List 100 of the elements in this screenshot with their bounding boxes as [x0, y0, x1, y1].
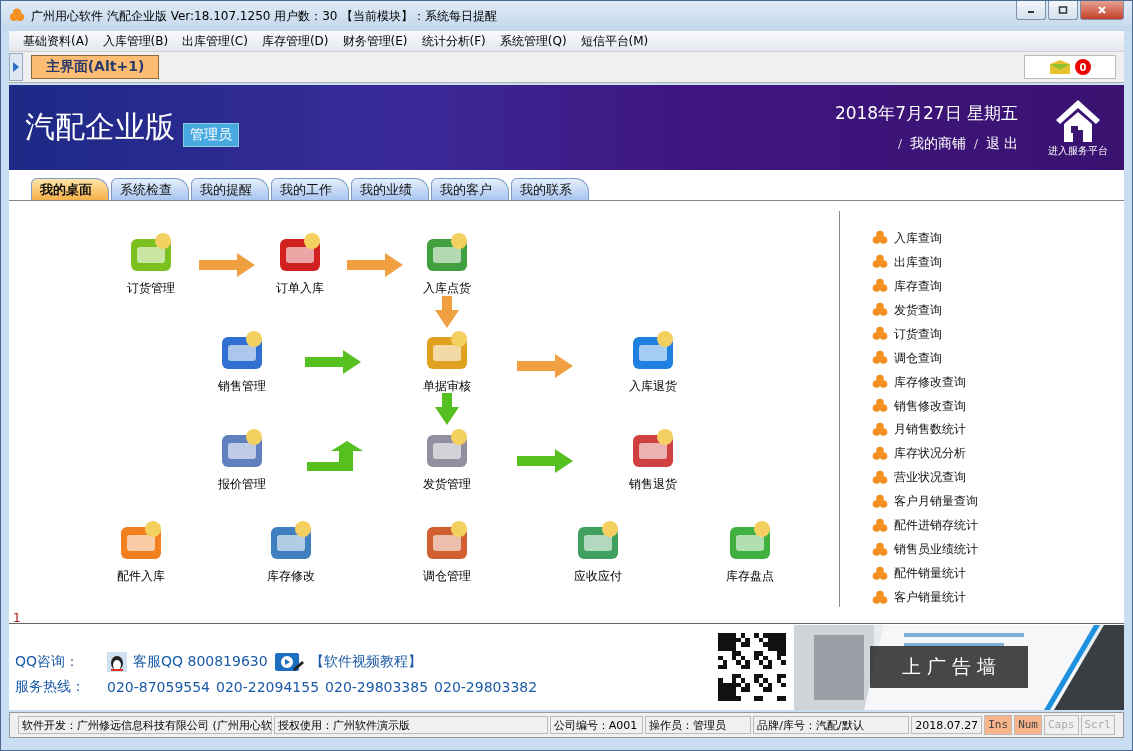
module-label[interactable]: 调仓管理	[423, 568, 471, 585]
status-cell: 品牌/库号：汽配/默认	[753, 716, 910, 734]
service-platform-button[interactable]: 进入服务平台	[1048, 97, 1108, 158]
menu-item[interactable]: 入库管理(B)	[102, 32, 169, 50]
quick-link[interactable]: 订货查询	[894, 325, 942, 343]
flow-arrow	[305, 350, 361, 374]
menu-item[interactable]: 统计分析(F)	[421, 32, 486, 50]
advertise-button[interactable]: 上 广 告 墙	[870, 645, 1028, 688]
clover-icon	[872, 469, 888, 486]
flow-arrow	[435, 296, 459, 328]
quick-link[interactable]: 入库查询	[894, 229, 942, 247]
module-label[interactable]: 入库退货	[629, 378, 677, 395]
clover-icon	[872, 230, 888, 247]
video-play-icon	[273, 652, 304, 672]
close-button[interactable]	[1080, 1, 1124, 20]
qq-label: QQ咨询：	[15, 653, 81, 671]
clover-icon	[872, 493, 888, 510]
tab[interactable]: 系统检查	[111, 178, 189, 200]
menu-item[interactable]: 基础资料(A)	[23, 32, 89, 50]
module-label[interactable]: 应收应付	[574, 568, 622, 585]
quick-link[interactable]: 出库查询	[894, 253, 942, 271]
message-count-badge: 0	[1075, 59, 1091, 75]
module-label[interactable]: 销售退货	[629, 476, 677, 493]
module-label[interactable]: 发货管理	[423, 476, 471, 493]
minimize-button[interactable]	[1016, 1, 1046, 20]
quick-link[interactable]: 营业状况查询	[894, 469, 966, 487]
flow-arrow	[517, 449, 573, 473]
flow-arrow	[199, 253, 255, 277]
menu-item[interactable]: 系统管理(Q)	[499, 32, 567, 50]
status-cell: 软件开发：广州修远信息科技有限公司 (广州用心软	[18, 716, 272, 734]
status-cell: 操作员：管理员	[644, 716, 752, 734]
quick-link[interactable]: 库存修改查询	[894, 373, 966, 391]
module-label[interactable]: 订单入库	[276, 280, 324, 297]
clover-icon	[872, 421, 888, 438]
caret-icon	[13, 62, 19, 72]
app-logo-icon	[9, 8, 25, 24]
key-indicator: Ins	[984, 715, 1013, 735]
envelope-icon[interactable]	[1049, 59, 1071, 75]
module-label[interactable]: 报价管理	[218, 476, 266, 493]
phone-number: 020-29803382	[434, 679, 538, 695]
flow-arrow	[307, 441, 363, 471]
clover-icon	[872, 278, 888, 295]
quick-link[interactable]: 月销售数统计	[894, 421, 966, 439]
module-label[interactable]: 单据审核	[423, 378, 471, 395]
menu-item[interactable]: 库存管理(D)	[261, 32, 329, 50]
clover-icon	[872, 326, 888, 343]
tab[interactable]: 我的客户	[431, 178, 509, 200]
tab[interactable]: 我的联系	[511, 178, 589, 200]
clover-icon	[872, 565, 888, 582]
tab[interactable]: 我的桌面	[31, 178, 109, 200]
module-label[interactable]: 入库点货	[423, 280, 471, 297]
key-indicator: Scrl	[1080, 715, 1115, 735]
tab[interactable]: 我的提醒	[191, 178, 269, 200]
module-label[interactable]: 库存修改	[267, 568, 315, 585]
tab[interactable]: 我的工作	[271, 178, 349, 200]
main-tab[interactable]: 主界面(Alt+1)	[31, 55, 159, 79]
sidebar-toggle-button[interactable]	[9, 53, 23, 81]
quick-link[interactable]: 客户月销量查询	[894, 493, 978, 511]
module-label[interactable]: 库存盘点	[726, 568, 774, 585]
flow-arrow	[435, 393, 459, 425]
status-cell: 授权使用：广州软件演示版	[273, 716, 548, 734]
qq-link[interactable]: 客服QQ 800819630	[133, 653, 268, 671]
penguin-icon	[107, 652, 127, 672]
clover-icon	[872, 398, 888, 415]
quick-link[interactable]: 销售员业绩统计	[894, 541, 978, 559]
quick-link[interactable]: 库存查询	[894, 277, 942, 295]
module-label[interactable]: 订货管理	[127, 280, 175, 297]
key-indicator: Caps	[1044, 715, 1079, 735]
module-label[interactable]: 配件入库	[117, 568, 165, 585]
clover-icon	[872, 350, 888, 367]
phone-number: 020-87059554	[107, 679, 211, 695]
quick-link[interactable]: 库存状况分析	[894, 445, 966, 463]
flow-arrow	[517, 354, 573, 378]
maximize-icon	[1058, 5, 1068, 15]
quick-link[interactable]: 配件进销存统计	[894, 517, 978, 535]
tab[interactable]: 我的业绩	[351, 178, 429, 200]
quick-link[interactable]: 销售修改查询	[894, 397, 966, 415]
clover-icon	[872, 445, 888, 462]
banner-link[interactable]: 我的商铺	[909, 135, 966, 153]
quick-link[interactable]: 发货查询	[894, 301, 942, 319]
maximize-button[interactable]	[1048, 1, 1078, 20]
module-label[interactable]: 销售管理	[218, 378, 266, 395]
clover-icon	[872, 541, 888, 558]
edition-title: 汽配企业版	[25, 108, 175, 146]
qr-code	[718, 633, 786, 701]
clover-icon	[872, 517, 888, 534]
quick-link[interactable]: 客户销量统计	[894, 589, 966, 607]
video-tutorial-link[interactable]: 【软件视频教程】	[309, 653, 422, 671]
page-number: 1	[13, 611, 21, 625]
banner-link[interactable]: 退 出	[985, 135, 1018, 153]
quick-link[interactable]: 调仓查询	[894, 349, 942, 367]
status-cell: 公司编号：A001	[549, 716, 643, 734]
clover-icon	[872, 254, 888, 271]
quick-link[interactable]: 配件销量统计	[894, 565, 966, 583]
slash-icon	[973, 139, 978, 149]
menu-item[interactable]: 出库管理(C)	[182, 32, 248, 50]
phone-number: 020-29803385	[325, 679, 429, 695]
role-tag: 管理员	[183, 122, 239, 147]
menu-item[interactable]: 短信平台(M)	[580, 32, 649, 50]
menu-item[interactable]: 财务管理(E)	[342, 32, 408, 50]
